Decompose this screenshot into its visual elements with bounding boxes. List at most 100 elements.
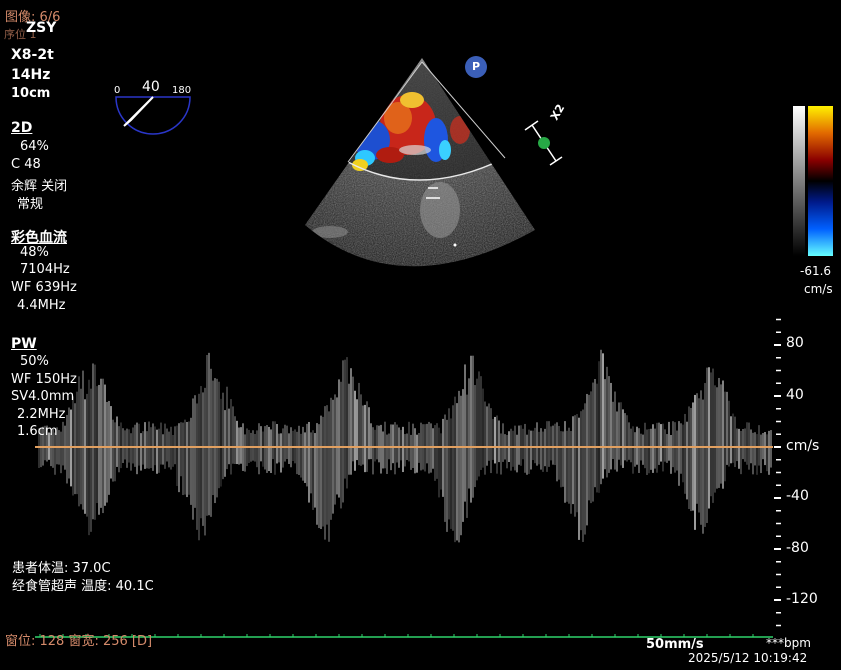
spectrum-column: [194, 395, 196, 508]
spectrum-column: [678, 421, 680, 486]
angle-value: 40: [142, 79, 160, 95]
spectrum-column: [708, 367, 710, 509]
spectrum-column: [352, 376, 354, 462]
spectrum-column: [310, 432, 312, 494]
spectrum-column: [698, 398, 700, 513]
spectrum-column: [136, 422, 138, 475]
angle-min: 0: [114, 85, 121, 96]
spectrum-column: [490, 408, 492, 474]
spectrum-column: [466, 394, 468, 518]
spectrum-column: [92, 363, 94, 520]
spectrum-column: [94, 364, 96, 520]
spectrum-column: [332, 399, 334, 514]
spectrum-column: [384, 421, 386, 469]
spectrum-column: [622, 409, 624, 468]
spectrum-column: [220, 398, 222, 487]
spectrum-column: [284, 424, 286, 462]
spectrum-column: [134, 424, 136, 467]
spectrum-column: [496, 415, 498, 474]
spectrum-column: [598, 361, 600, 493]
spectrum-column: [668, 421, 670, 461]
spectrum-column: [288, 433, 290, 464]
spectrum-column: [358, 382, 360, 466]
spectrum-column: [368, 407, 370, 460]
spectrum-column: [506, 434, 508, 469]
spectrum-column: [510, 428, 512, 471]
spectrum-column: [210, 368, 212, 517]
spectrum-column: [188, 421, 190, 495]
spectrum-column: [240, 427, 242, 464]
spectrum-column: [670, 434, 672, 474]
patient-temperature: 患者体温: 37.0C: [12, 561, 111, 576]
spectrum-column: [362, 405, 364, 465]
spectrum-column: [666, 434, 668, 463]
spectrum-column: [542, 431, 544, 472]
scale-label-neg40: -40: [786, 488, 809, 504]
spectrum-column: [476, 378, 478, 481]
sweep-speed: 50mm/s: [646, 637, 704, 652]
spectrum-column: [432, 428, 434, 469]
color-scale-unit: cm/s: [804, 282, 833, 296]
spectrum-column: [492, 418, 494, 460]
spectrum-column: [132, 427, 134, 464]
spectrum-column: [262, 431, 264, 467]
2d-gain: 64%: [20, 139, 49, 154]
spectrum-column: [470, 355, 472, 503]
spectrum-column: [66, 414, 68, 484]
spectrum-column: [548, 421, 550, 467]
pw-sample-volume: SV4.0mm: [11, 389, 75, 404]
spectrum-column: [166, 428, 168, 462]
spectrum-column: [412, 423, 414, 468]
spectrum-column: [606, 366, 608, 478]
spectrum-column: [260, 426, 262, 462]
2d-mode: 常规: [17, 197, 44, 212]
spectrum-column: [128, 429, 130, 463]
color-frequency: 4.4MHz: [17, 298, 66, 313]
spectrum-column: [566, 430, 568, 502]
spectrum-column: [694, 394, 696, 530]
spectrum-column: [340, 381, 342, 509]
spectrum-column: [214, 378, 216, 504]
spectrum-column: [726, 391, 728, 465]
spectrum-column: [634, 432, 636, 467]
spectrum-column: [104, 384, 106, 506]
spectrum-column: [700, 390, 702, 525]
spectrum-column: [526, 434, 528, 475]
spectrum-column: [468, 378, 470, 489]
spectrum-column: [692, 402, 694, 511]
spectrum-column: [706, 367, 708, 523]
spectrum-column: [704, 383, 706, 527]
spectrum-column: [738, 428, 740, 469]
spectrum-column: [190, 417, 192, 505]
spectrum-column: [86, 393, 88, 517]
spectrum-column: [154, 426, 156, 466]
spectrum-column: [574, 415, 576, 517]
spectrum-column: [82, 370, 84, 510]
spectrum-column: [638, 428, 640, 473]
spectrum-column: [162, 434, 164, 465]
spectrum-column: [138, 423, 140, 466]
spectrum-column: [486, 406, 488, 466]
spectrum-column: [376, 425, 378, 460]
x2-marker: [524, 120, 563, 166]
spectrum-column: [518, 425, 520, 465]
spectrum-column: [672, 421, 674, 468]
spectrum-column: [84, 399, 86, 514]
spectrum-column: [178, 423, 180, 493]
spectrum-column: [400, 429, 402, 461]
pw-frequency: 2.2MHz: [17, 407, 66, 422]
spectrum-column: [356, 399, 358, 461]
preset-label: ZSY: [26, 20, 57, 36]
frame-rate: 14Hz: [11, 67, 51, 83]
spectrum-column: [514, 425, 516, 471]
spectrum-column: [360, 394, 362, 466]
spectrum-column: [114, 422, 116, 482]
spectrum-column: [724, 391, 726, 482]
spectrum-column: [752, 432, 754, 475]
spectrum-column: [746, 422, 748, 465]
spectrum-column: [682, 424, 684, 483]
spectrum-column: [392, 424, 394, 464]
spectrum-column: [536, 422, 538, 466]
spectrum-column: [676, 430, 678, 471]
spectrum-column: [568, 427, 570, 504]
